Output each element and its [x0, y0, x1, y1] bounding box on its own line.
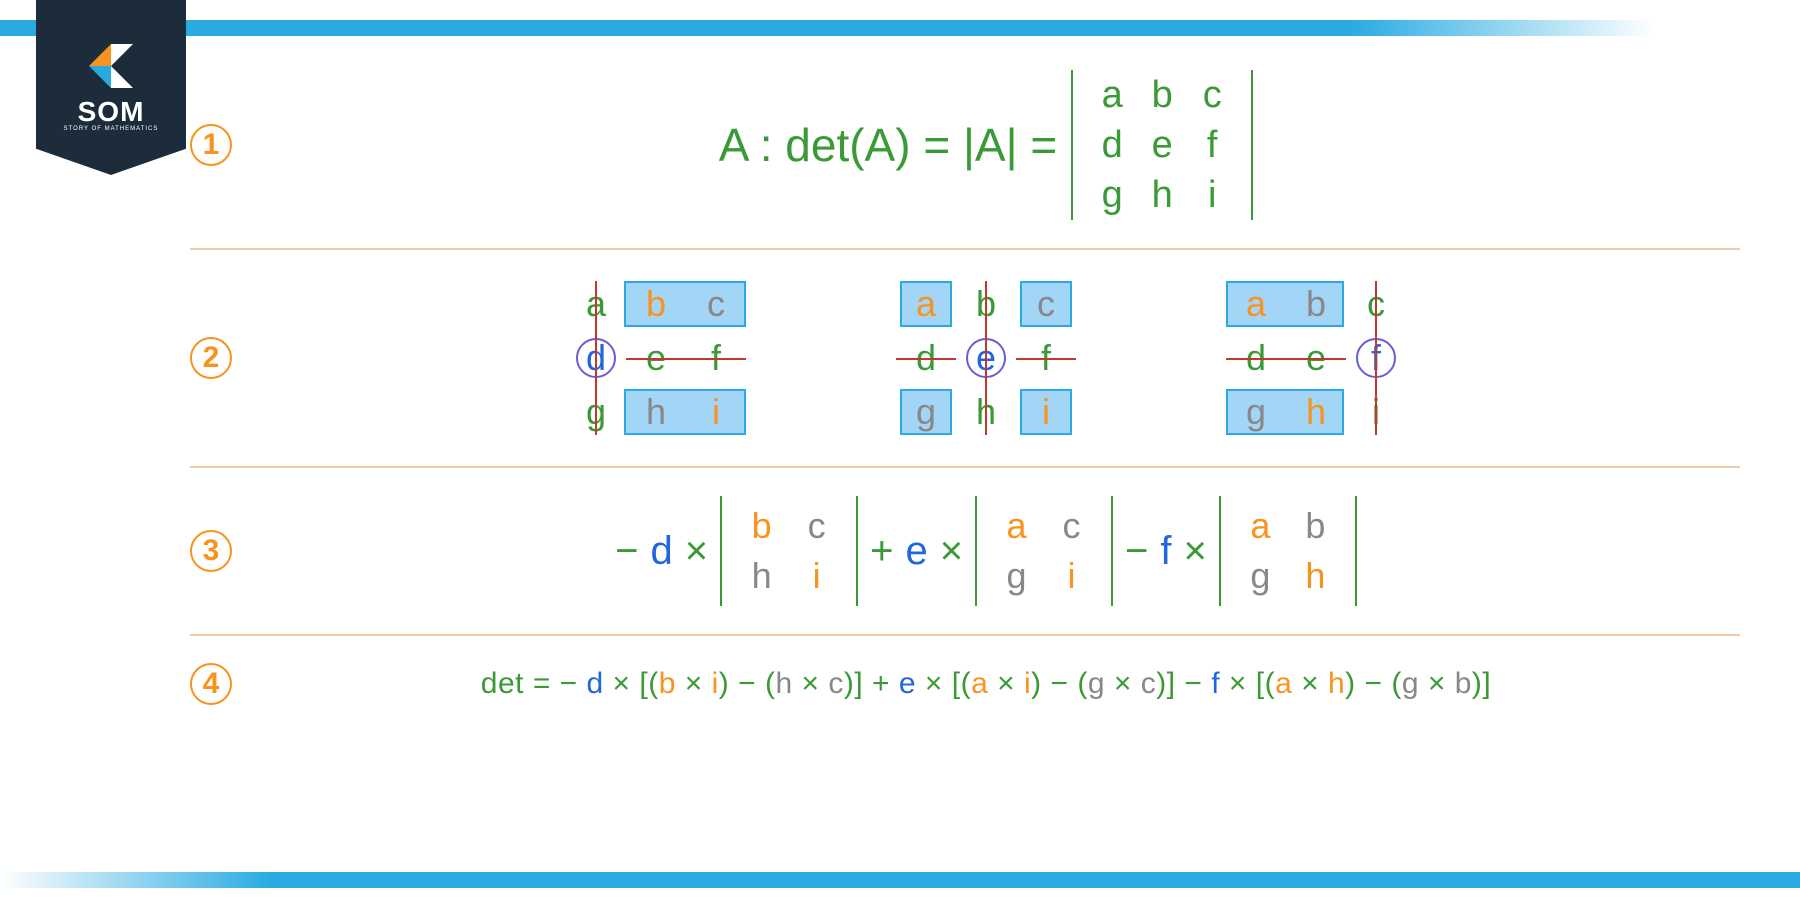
det-bar-left: [1071, 70, 1073, 220]
f-g: g: [1226, 385, 1286, 439]
step-number-3: 3: [190, 530, 232, 572]
step-4-row: 4 det = − d × [(b × i) − (h × c)] + e × …: [190, 644, 1740, 724]
step-number-4: 4: [190, 663, 232, 705]
bar-r3: [1355, 496, 1357, 606]
cell-a: a: [1102, 74, 1123, 117]
final-formula: det = − d × [(b × i) − (h × c)] + e × [(…: [481, 667, 1491, 701]
step-1-row: 1 A : det(A) = |A| = a b c d e f g h i: [190, 50, 1740, 240]
f-b: b: [1286, 277, 1346, 331]
d-i: i: [686, 385, 746, 439]
bar-l2: [975, 496, 977, 606]
step-1-body: A : det(A) = |A| = a b c d e f g h i: [232, 70, 1740, 220]
step-2-body: a b c d e f g h i a b: [232, 277, 1740, 439]
step-number-1: 1: [190, 124, 232, 166]
d-h: h: [626, 385, 686, 439]
step-2-row: 2 a b c d e f g h i: [190, 258, 1740, 458]
minor-e: ac gi: [989, 501, 1099, 601]
step-number-2: 2: [190, 337, 232, 379]
term-e: e: [905, 529, 927, 574]
cell-c: c: [1203, 74, 1222, 117]
times-1: ×: [685, 529, 708, 574]
strike-row-e-l: [896, 358, 956, 360]
top-accent-bar: [0, 20, 1800, 36]
minus-1: −: [615, 529, 638, 574]
matrix-A: a b c d e f g h i: [1087, 70, 1237, 220]
cell-e: e: [1152, 124, 1173, 167]
divider-3: [190, 634, 1740, 636]
logo-subtitle: STORY OF MATHEMATICS: [64, 126, 159, 132]
cell-d: d: [1102, 124, 1123, 167]
times-2: ×: [940, 529, 963, 574]
minus-2: −: [1125, 529, 1148, 574]
cofactor-f-diagram: a b c d e f g h i: [1226, 277, 1406, 439]
bar-r2: [1111, 496, 1113, 606]
step-3-row: 3 − d × bc hi + e × ac gi: [190, 476, 1740, 626]
cofactor-d-diagram: a b c d e f g h i: [566, 277, 746, 439]
bottom-accent-bar: [0, 872, 1800, 888]
e-c: c: [1016, 277, 1076, 331]
term-f: f: [1160, 529, 1171, 574]
cell-g: g: [1102, 174, 1123, 217]
f-a: a: [1226, 277, 1286, 331]
e-a: a: [896, 277, 956, 331]
logo-title: SOM: [78, 96, 145, 128]
logo-badge: SOM STORY OF MATHEMATICS: [36, 0, 186, 175]
bar-r1: [856, 496, 858, 606]
determinant-definition: A : det(A) = |A| = a b c d e f g h i: [719, 70, 1253, 220]
logo-icon: [89, 44, 133, 88]
d-b: b: [626, 277, 686, 331]
e-g: g: [896, 385, 956, 439]
strike-col-f: [1375, 281, 1377, 435]
strike-row-f: [1226, 358, 1346, 360]
det-bar-right: [1251, 70, 1253, 220]
cell-f: f: [1207, 124, 1218, 167]
term-d: d: [650, 529, 672, 574]
det-label: A : det(A) = |A| =: [719, 118, 1057, 172]
cofactor-e-diagram: a b c d e f g h i: [896, 277, 1076, 439]
divider-1: [190, 248, 1740, 250]
cell-h: h: [1152, 174, 1173, 217]
d-c: c: [686, 277, 746, 331]
cell-i: i: [1208, 174, 1216, 217]
strike-row-d: [626, 358, 746, 360]
cofactor-expansion: − d × bc hi + e × ac gi − f: [615, 496, 1357, 606]
cell-b: b: [1152, 74, 1173, 117]
step-3-body: − d × bc hi + e × ac gi − f: [232, 496, 1740, 606]
step-4-body: det = − d × [(b × i) − (h × c)] + e × [(…: [232, 667, 1740, 701]
minor-d: bc hi: [734, 501, 844, 601]
content-area: 1 A : det(A) = |A| = a b c d e f g h i: [0, 50, 1800, 860]
e-i: i: [1016, 385, 1076, 439]
minor-f: ab gh: [1233, 501, 1343, 601]
times-3: ×: [1184, 529, 1207, 574]
strike-row-e-r: [1016, 358, 1076, 360]
plus-1: +: [870, 529, 893, 574]
strike-col-d: [595, 281, 597, 435]
divider-2: [190, 466, 1740, 468]
bar-l3: [1219, 496, 1221, 606]
bar-l1: [720, 496, 722, 606]
f-h: h: [1286, 385, 1346, 439]
strike-col-e: [985, 281, 987, 435]
